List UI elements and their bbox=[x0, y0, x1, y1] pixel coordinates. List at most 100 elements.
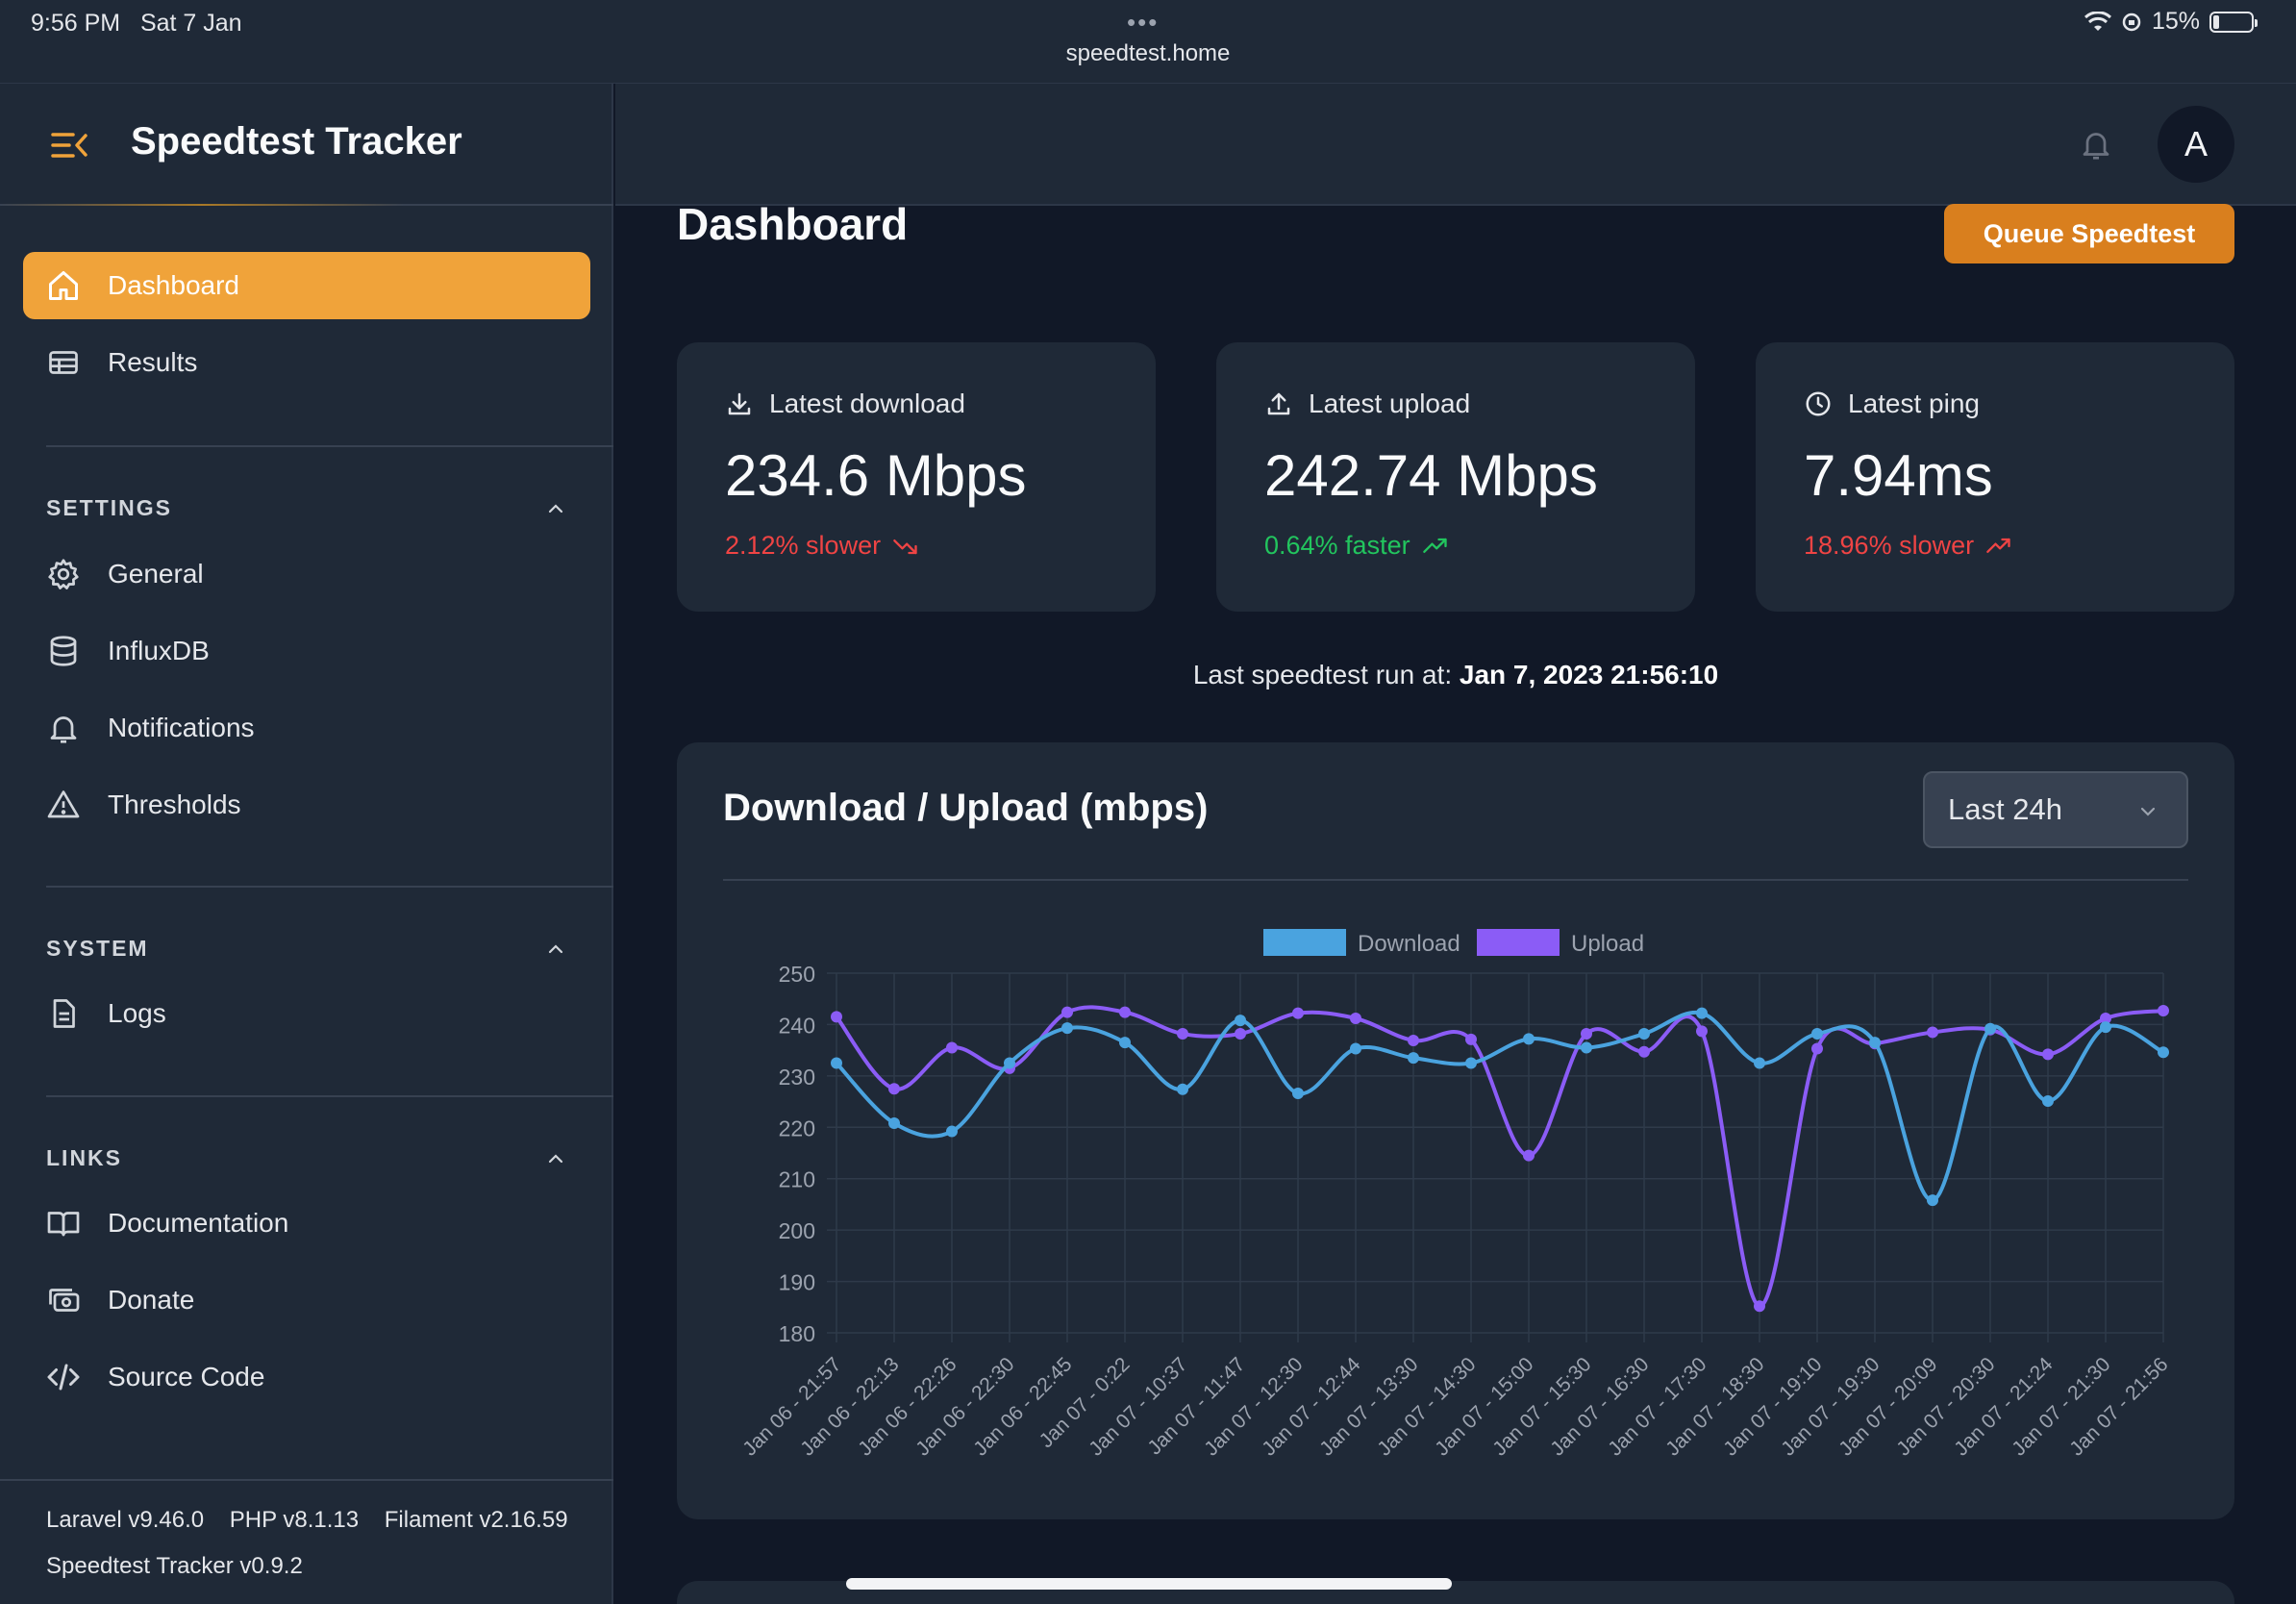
nav-label: InfluxDB bbox=[108, 636, 210, 665]
nav-results[interactable]: Results bbox=[23, 329, 590, 396]
chevron-up-icon[interactable] bbox=[544, 1147, 567, 1170]
data-point-download bbox=[2042, 1095, 2054, 1108]
system-group-label: SYSTEM bbox=[46, 936, 149, 961]
stat-value: 7.94ms bbox=[1804, 443, 1993, 508]
sidebar-divider bbox=[46, 445, 613, 447]
data-point-download bbox=[1235, 1015, 1246, 1027]
x-tick-label: Jan 07 - 19:30 bbox=[1777, 1353, 1884, 1460]
data-point-download bbox=[1350, 1042, 1361, 1055]
data-point-download bbox=[2158, 1046, 2169, 1059]
data-point-download bbox=[1292, 1088, 1304, 1100]
stat-delta: 0.64% faster bbox=[1264, 531, 1449, 561]
nav-label: Dashboard bbox=[108, 270, 239, 300]
data-point-download bbox=[1061, 1022, 1073, 1035]
nav-label: Documentation bbox=[108, 1208, 289, 1238]
nav-influxdb[interactable]: InfluxDB bbox=[23, 617, 590, 685]
stat-label: Latest upload bbox=[1264, 388, 1470, 419]
x-tick-label: Jan 07 - 21:24 bbox=[1950, 1353, 2057, 1460]
y-tick-label: 200 bbox=[779, 1218, 815, 1243]
collapse-menu-icon[interactable] bbox=[50, 130, 88, 161]
x-tick-label: Jan 07 - 12:44 bbox=[1258, 1353, 1364, 1460]
status-indicators: 15% bbox=[2084, 8, 2258, 36]
home-indicator[interactable] bbox=[846, 1578, 1452, 1590]
data-point-download bbox=[831, 1057, 842, 1069]
data-point-download bbox=[888, 1117, 900, 1130]
stat-label: Latest ping bbox=[1804, 388, 1980, 419]
data-point-upload bbox=[1465, 1033, 1477, 1045]
browser-url[interactable]: speedtest.home bbox=[0, 40, 2296, 67]
nav-thresholds[interactable]: Thresholds bbox=[23, 771, 590, 839]
x-tick-label: Jan 06 - 22:45 bbox=[969, 1353, 1076, 1460]
nav-donate[interactable]: Donate bbox=[23, 1266, 590, 1334]
data-point-upload bbox=[1638, 1045, 1650, 1058]
data-point-download bbox=[1754, 1057, 1765, 1069]
links-group-label: LINKS bbox=[46, 1145, 122, 1170]
browser-more-icon[interactable]: ••• bbox=[1127, 8, 1159, 38]
download-icon bbox=[728, 392, 751, 415]
x-tick-label: Jan 07 - 17:30 bbox=[1604, 1353, 1710, 1460]
upload-stat-card: Latest upload 242.74 Mbps 0.64% faster bbox=[1216, 342, 1695, 612]
code-icon bbox=[46, 1360, 81, 1394]
y-tick-label: 220 bbox=[779, 1115, 815, 1140]
clock-icon bbox=[1806, 391, 1831, 416]
nav-notifications[interactable]: Notifications bbox=[23, 694, 590, 762]
stat-delta: 18.96% slower bbox=[1804, 531, 2012, 561]
x-tick-label: Jan 07 - 15:00 bbox=[1431, 1353, 1537, 1460]
brand-title[interactable]: Speedtest Tracker bbox=[131, 120, 462, 163]
stat-delta: 2.12% slower bbox=[725, 531, 919, 561]
legend-label-download: Download bbox=[1358, 931, 1460, 957]
nav-label: Thresholds bbox=[108, 789, 241, 819]
status-time: 9:56 PM Sat 7 Jan bbox=[31, 10, 242, 37]
document-icon bbox=[46, 996, 81, 1031]
nav-general[interactable]: General bbox=[23, 540, 590, 608]
data-point-upload bbox=[946, 1041, 958, 1054]
y-tick-label: 190 bbox=[779, 1270, 815, 1295]
x-tick-label: Jan 06 - 22:13 bbox=[796, 1353, 903, 1460]
battery-icon bbox=[2209, 11, 2258, 33]
notifications-bell-icon[interactable] bbox=[2079, 125, 2113, 163]
stat-value: 234.6 Mbps bbox=[725, 443, 1027, 508]
x-tick-label: Jan 07 - 20:09 bbox=[1834, 1353, 1941, 1460]
avatar[interactable]: A bbox=[2158, 106, 2234, 183]
chevron-up-icon[interactable] bbox=[544, 938, 567, 961]
legend-swatch-download bbox=[1263, 929, 1346, 956]
download-upload-chart-card: Download / Upload (mbps) Last 24h 250 240… bbox=[677, 742, 2234, 1519]
x-tick-label: Jan 07 - 18:30 bbox=[1661, 1353, 1768, 1460]
top-bar bbox=[615, 84, 2296, 206]
x-tick-label: Jan 07 - 14:30 bbox=[1373, 1353, 1480, 1460]
trending-down-icon bbox=[893, 539, 917, 554]
nav-source-code[interactable]: Source Code bbox=[23, 1343, 590, 1411]
nav-documentation[interactable]: Documentation bbox=[23, 1190, 590, 1257]
upload-icon bbox=[1267, 392, 1290, 415]
nav-label: Results bbox=[108, 347, 198, 377]
last-run-text: Last speedtest run at: Jan 7, 2023 21:56… bbox=[1192, 660, 1719, 689]
data-point-download bbox=[1465, 1057, 1477, 1069]
data-point-upload bbox=[831, 1011, 842, 1023]
chevron-up-icon[interactable] bbox=[544, 497, 567, 520]
queue-speedtest-button[interactable]: Queue Speedtest bbox=[1944, 204, 2234, 263]
ping-stat-card: Latest ping 7.94ms 18.96% slower bbox=[1756, 342, 2234, 612]
data-point-download bbox=[946, 1125, 958, 1138]
wifi-icon bbox=[2084, 11, 2111, 31]
data-point-download bbox=[1811, 1028, 1823, 1040]
x-tick-label: Jan 07 - 21:56 bbox=[2065, 1353, 2172, 1460]
nav-logs[interactable]: Logs bbox=[23, 980, 590, 1047]
nav-dashboard[interactable]: Dashboard bbox=[23, 252, 590, 319]
y-tick-label: 240 bbox=[779, 1013, 815, 1038]
data-point-upload bbox=[1235, 1028, 1246, 1040]
x-tick-label: Jan 07 - 10:37 bbox=[1085, 1353, 1191, 1460]
y-tick-label: 250 bbox=[779, 962, 815, 987]
nav-label: Source Code bbox=[108, 1362, 265, 1391]
stat-value: 242.74 Mbps bbox=[1264, 443, 1598, 508]
data-point-upload bbox=[1811, 1042, 1823, 1055]
brand-underline bbox=[0, 204, 404, 206]
warning-icon bbox=[46, 788, 81, 822]
data-point-download bbox=[1119, 1037, 1131, 1049]
brand-header: Speedtest Tracker bbox=[0, 84, 613, 206]
data-point-download bbox=[1004, 1057, 1015, 1069]
trending-up-icon bbox=[1422, 538, 1447, 553]
version-info: Laravel v9.46.0 PHP v8.1.13 Filament v2.… bbox=[46, 1507, 568, 1534]
x-tick-label: Jan 07 - 21:30 bbox=[2008, 1353, 2114, 1460]
data-point-upload bbox=[1927, 1026, 1938, 1039]
home-icon bbox=[46, 268, 81, 303]
